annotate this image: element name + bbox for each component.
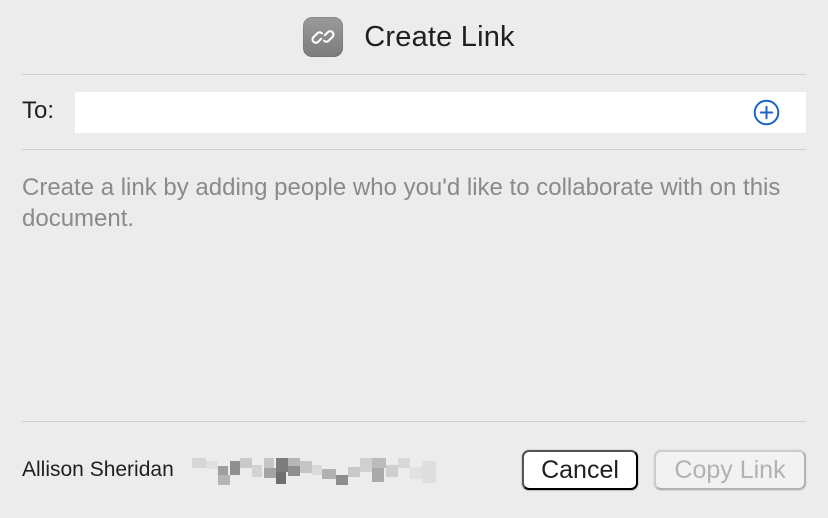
recipients-input[interactable]	[75, 92, 806, 133]
owner-name: Allison Sheridan	[22, 458, 174, 481]
footer-divider	[22, 421, 806, 422]
dialog-header: Create Link	[0, 0, 828, 74]
instructions-text: Create a link by adding people who you'd…	[22, 174, 781, 232]
link-icon	[303, 17, 344, 57]
add-recipient-button[interactable]	[753, 99, 780, 126]
redacted-email-mosaic	[192, 455, 436, 487]
recipients-divider	[22, 149, 806, 150]
create-link-dialog: Create Link To: Create a link by adding …	[0, 0, 828, 518]
copy-link-button[interactable]: Copy Link	[654, 450, 806, 490]
plus-circle-icon	[753, 99, 780, 126]
cancel-button[interactable]: Cancel	[522, 450, 638, 490]
dialog-title: Create Link	[364, 20, 515, 53]
header-divider	[22, 74, 806, 75]
to-label: To:	[22, 97, 55, 124]
